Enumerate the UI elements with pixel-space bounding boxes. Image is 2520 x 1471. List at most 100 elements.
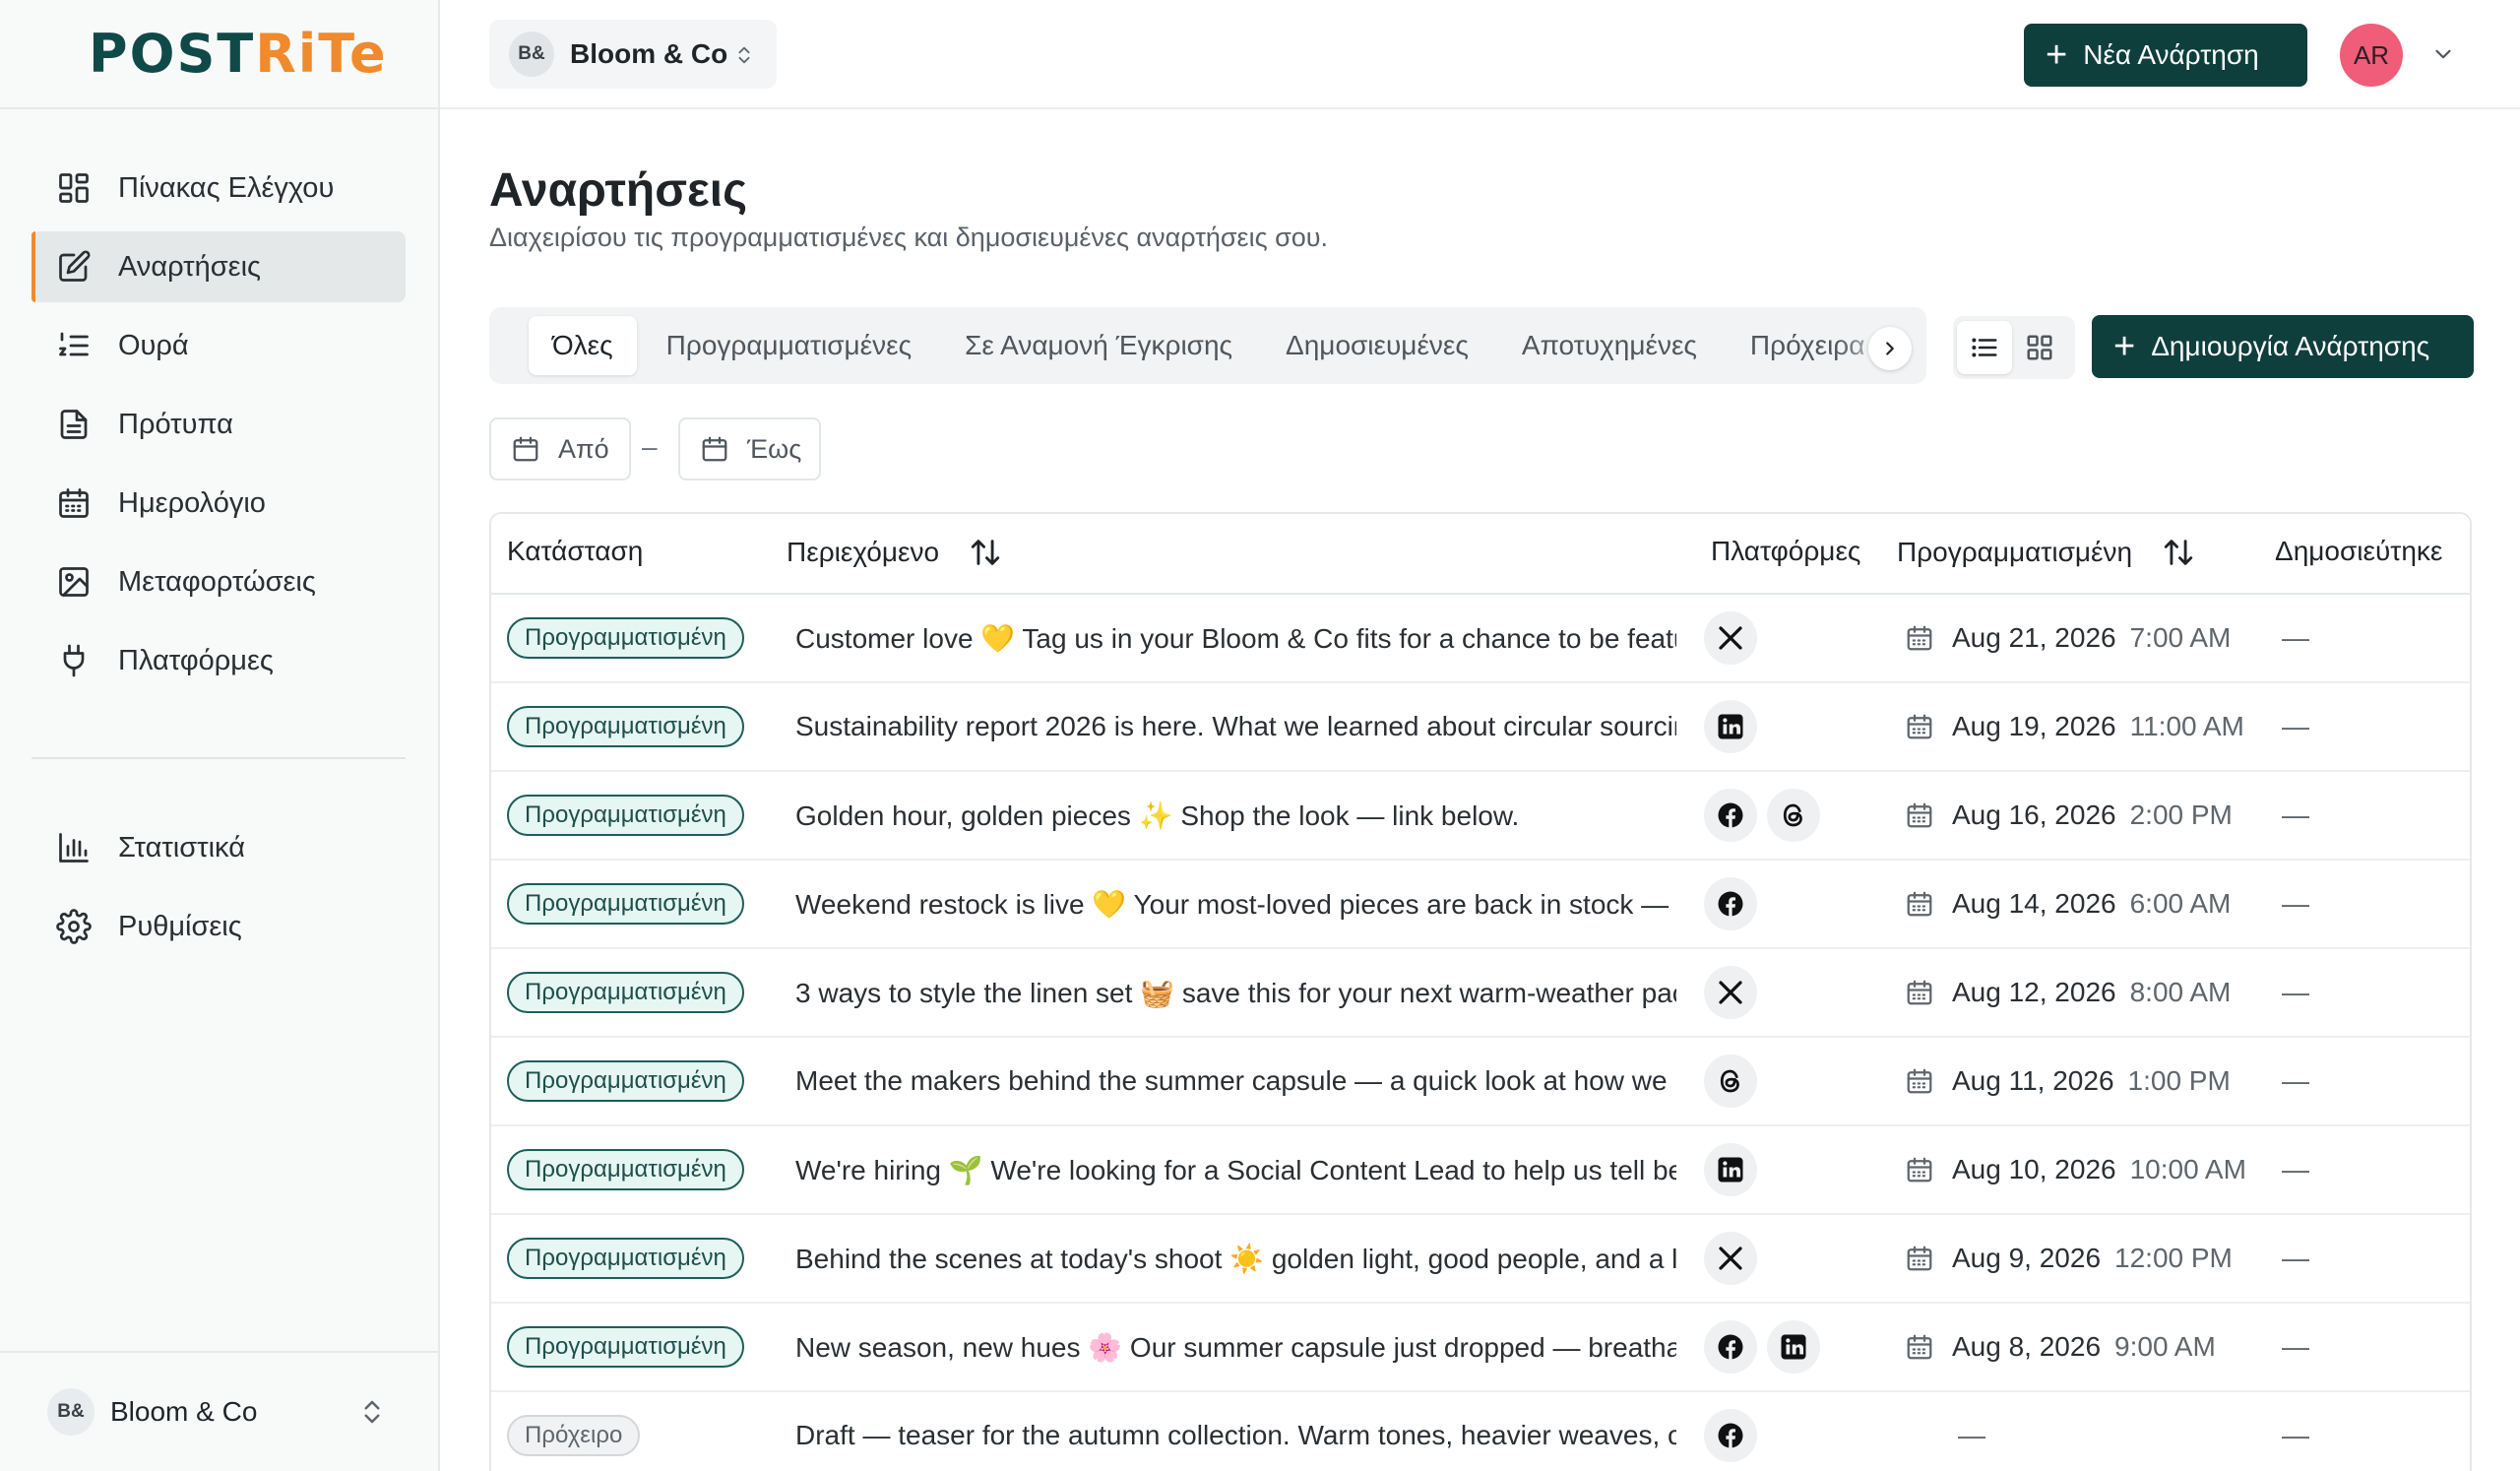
scheduled-date: Aug 9, 2026 — [1952, 1243, 2102, 1273]
post-content-text: Sustainability report 2026 is here. What… — [795, 711, 1676, 741]
table-row[interactable]: Πρόχειρο Draft — teaser for the autumn co… — [491, 1392, 2470, 1471]
sidebar-item-label: Πλατφόρμες — [118, 644, 274, 676]
sort-icon[interactable] — [2162, 536, 2195, 569]
scheduled-time: 6:00 AM — [2129, 888, 2232, 919]
workspace-switcher[interactable]: B& Bloom & Co — [489, 20, 777, 89]
table-row[interactable]: Προγραμματισμένη Golden hour, golden piec… — [491, 772, 2470, 861]
scheduled-time: 12:00 PM — [2114, 1243, 2233, 1273]
header-scheduled[interactable]: Προγραμματισμένη — [1897, 536, 2195, 569]
scheduled-time: 1:00 PM — [2127, 1065, 2231, 1096]
sidebar-item-label: Ρυθμίσεις — [118, 910, 242, 942]
status-cell: Προγραμματισμένη — [507, 1215, 744, 1302]
sidebar-item-4[interactable]: Ημερολόγιο — [32, 468, 406, 539]
sidebar-item-6[interactable]: Πλατφόρμες — [32, 625, 406, 696]
tab-4[interactable]: Αποτυχημένες — [1498, 316, 1721, 375]
grid-view-button[interactable] — [2012, 321, 2067, 374]
platforms-cell — [1704, 1392, 1757, 1471]
header-status: Κατάσταση — [507, 536, 643, 567]
header-status-label: Κατάσταση — [507, 536, 644, 566]
status-badge: Πρόχειρο — [507, 1415, 641, 1456]
sidebar-divider — [32, 757, 406, 759]
status-badge: Προγραμματισμένη — [507, 706, 744, 747]
calendar-icon — [513, 436, 538, 462]
sidebar: POSTRiTe Πίνακας Ελέγχου Αναρτήσεις Ουρά Πρ… — [0, 0, 440, 1471]
app-root: POSTRiTe Πίνακας Ελέγχου Αναρτήσεις Ουρά Πρ… — [0, 0, 2520, 1471]
post-content-text: Weekend restock is live 💛 Your most-love… — [795, 888, 1670, 920]
tab-2[interactable]: Σε Αναμονή Έγκρισης — [941, 316, 1256, 375]
calendar-icon — [702, 436, 727, 462]
date-to-picker[interactable]: Έως — [678, 417, 821, 480]
workspace-badge: B& — [47, 1388, 94, 1436]
list-icon — [1972, 338, 1997, 357]
app-logo[interactable]: POSTRiTe — [89, 27, 388, 81]
status-cell: Προγραμματισμένη — [507, 683, 744, 770]
table-row[interactable]: Προγραμματισμένη New season, new hues 🌸 O… — [491, 1304, 2470, 1392]
scheduled-cell: Aug 11, 2026 1:00 PM — [1905, 1038, 2231, 1124]
header-scheduled-label: Προγραμματισμένη — [1897, 537, 2133, 567]
status-badge: Προγραμματισμένη — [507, 1238, 744, 1279]
date-from-picker[interactable]: Από — [489, 417, 631, 480]
scheduled-cell: Aug 14, 2026 6:00 AM — [1905, 861, 2231, 947]
sidebar-item-1[interactable]: Αναρτήσεις — [32, 231, 406, 302]
post-content-text: New season, new hues 🌸 Our summer capsul… — [795, 1331, 1676, 1363]
status-cell: Προγραμματισμένη — [507, 861, 744, 947]
tabs-scroll-right-button[interactable] — [1868, 327, 1912, 370]
workspace-switcher-footer[interactable]: B& Bloom & Co — [0, 1351, 438, 1471]
facebook-icon — [1704, 789, 1757, 842]
sidebar-item-label: Ημερολόγιο — [118, 486, 266, 519]
sidebar-item-0[interactable]: Πίνακας Ελέγχου — [32, 153, 406, 224]
status-badge: Προγραμματισμένη — [507, 1149, 744, 1190]
scheduled-cell: Aug 9, 2026 12:00 PM — [1905, 1215, 2233, 1302]
sidebar-item-label: Ουρά — [118, 329, 189, 361]
calendar-icon — [1905, 623, 1952, 653]
avatar[interactable]: AR — [2340, 24, 2403, 87]
post-content-text: Meet the makers behind the summer capsul… — [795, 1065, 1668, 1096]
table-row[interactable]: Προγραμματισμένη 3 ways to style the line… — [491, 949, 2470, 1038]
tab-1[interactable]: Προγραμματισμένες — [643, 316, 935, 375]
header-content[interactable]: Περιεχόμενο — [787, 536, 1002, 569]
threads-icon — [1767, 789, 1820, 842]
x-icon — [1704, 1232, 1757, 1285]
facebook-icon — [1704, 1320, 1757, 1374]
status-cell: Προγραμματισμένη — [507, 949, 744, 1036]
table-row[interactable]: Προγραμματισμένη Sustainability report 20… — [491, 683, 2470, 772]
date-to-label: Έως — [747, 433, 802, 464]
list-view-button[interactable] — [1957, 321, 2012, 374]
list-numbered-icon — [55, 327, 93, 364]
platforms-cell — [1704, 772, 1820, 859]
posts-table: Κατάσταση Περιεχόμενο Πλατφόρμες Προγραμ… — [489, 512, 2472, 1471]
platforms-cell — [1704, 1304, 1820, 1390]
sidebar-item-5[interactable]: Μεταφορτώσεις — [32, 546, 406, 617]
sidebar-item-label: Μεταφορτώσεις — [118, 565, 316, 598]
table-row[interactable]: Προγραμματισμένη Weekend restock is live … — [491, 861, 2470, 949]
page-title: Αναρτήσεις — [489, 164, 748, 217]
tab-0[interactable]: Όλες — [529, 316, 637, 375]
sidebar-item-2[interactable]: Ουρά — [32, 310, 406, 381]
table-row[interactable]: Προγραμματισμένη Meet the makers behind t… — [491, 1038, 2470, 1126]
table-row[interactable]: Προγραμματισμένη Customer love 💛 Tag us i… — [491, 595, 2470, 683]
post-content-text: Golden hour, golden pieces ✨ Shop the lo… — [795, 799, 1520, 831]
scheduled-date: Aug 12, 2026 — [1952, 977, 2116, 1007]
platforms-cell — [1704, 949, 1757, 1036]
tab-3[interactable]: Δημοσιευμένες — [1262, 316, 1492, 375]
dashboard-icon — [55, 169, 93, 207]
calendar-icon — [1905, 889, 1952, 919]
calendar-icon — [1905, 800, 1952, 830]
new-post-button[interactable]: + Νέα Ανάρτηση — [2024, 24, 2307, 87]
table-row[interactable]: Προγραμματισμένη We're hiring 🌱 We're loo… — [491, 1126, 2470, 1215]
image-upload-icon — [55, 563, 93, 601]
chevron-up-down-icon — [364, 1400, 380, 1424]
facebook-icon — [1704, 1409, 1757, 1462]
sidebar-item-7[interactable]: Στατιστικά — [32, 812, 406, 883]
sort-icon[interactable] — [969, 536, 1002, 569]
sidebar-item-3[interactable]: Πρότυπα — [32, 389, 406, 460]
bar-chart-icon — [55, 829, 93, 866]
sidebar-item-8[interactable]: Ρυθμίσεις — [32, 891, 406, 962]
document-icon — [55, 406, 93, 443]
create-post-button[interactable]: + Δημιουργία Ανάρτησης — [2092, 315, 2474, 378]
table-header: Κατάσταση Περιεχόμενο Πλατφόρμες Προγραμ… — [491, 514, 2470, 595]
published-cell: — — [2282, 622, 2309, 653]
table-row[interactable]: Προγραμματισμένη Behind the scenes at tod… — [491, 1215, 2470, 1304]
chevron-down-icon[interactable] — [2430, 41, 2456, 67]
threads-icon — [1704, 1055, 1757, 1108]
